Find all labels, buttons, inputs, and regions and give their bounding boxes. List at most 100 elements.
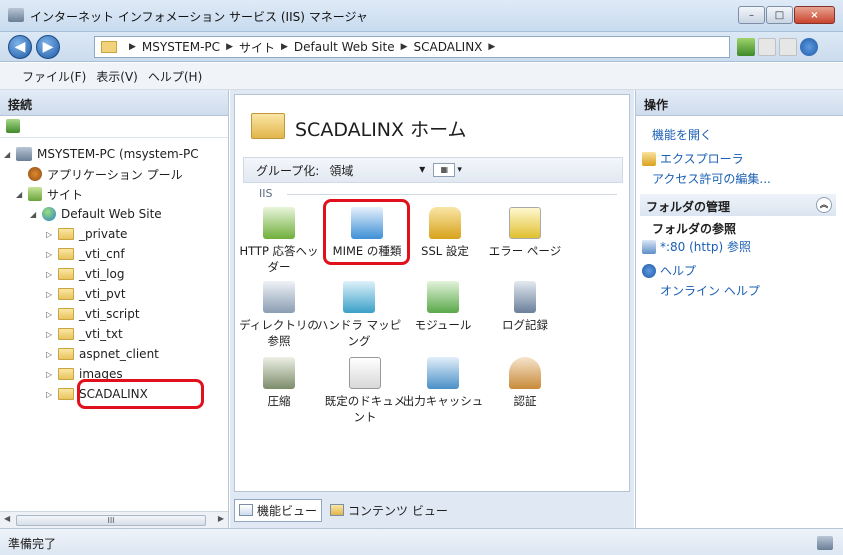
- expand-icon[interactable]: ▷: [46, 250, 56, 259]
- online-help-link[interactable]: オンライン ヘルプ: [660, 282, 760, 299]
- help-link[interactable]: ヘルプ: [660, 262, 696, 279]
- tree-item-label: _vti_txt: [79, 327, 123, 341]
- tree-item-folder[interactable]: ▷ _private: [46, 224, 127, 244]
- tree-item-folder[interactable]: ▷ _vti_txt: [46, 324, 123, 344]
- connections-panel: 接続 ◢ MSYSTEM-PC (msystem-PC アプリケーション プール…: [0, 90, 229, 528]
- browse-80-link[interactable]: *:80 (http) 参照: [660, 238, 751, 255]
- tree-item-label: _private: [79, 227, 128, 241]
- tab-content-view[interactable]: コンテンツ ビュー: [326, 500, 452, 521]
- tree-item-sites[interactable]: ◢ サイト: [16, 184, 83, 204]
- mime-types-icon: [351, 207, 383, 239]
- breadcrumb-sites[interactable]: サイト: [239, 39, 275, 56]
- feature-label: ログ記録: [502, 318, 548, 332]
- tree-item-server[interactable]: ◢ MSYSTEM-PC (msystem-PC: [4, 144, 199, 164]
- scroll-left-icon[interactable]: ◀: [4, 514, 10, 523]
- feature-output-caching[interactable]: 出力キャッシュ: [399, 357, 487, 409]
- expand-icon[interactable]: ▷: [46, 350, 56, 359]
- stop-icon[interactable]: [758, 38, 776, 56]
- actions-panel: 操作 機能を開く エクスプローラ アクセス許可の編集... フォルダの管理 ︽ …: [635, 90, 843, 528]
- tab-features-view[interactable]: 機能ビュー: [234, 498, 323, 522]
- view-mode-icon[interactable]: ▦: [433, 163, 456, 177]
- breadcrumb-scadalinx[interactable]: SCADALINX: [414, 40, 483, 54]
- status-bar: 準備完了: [0, 528, 843, 555]
- scroll-thumb[interactable]: III: [16, 515, 206, 526]
- forward-button[interactable]: ▶: [36, 35, 60, 59]
- feature-handler-mappings[interactable]: ハンドラ マッピング: [315, 281, 403, 349]
- edit-permissions-link[interactable]: アクセス許可の編集...: [652, 170, 771, 187]
- expand-icon[interactable]: ◢: [30, 210, 40, 219]
- tree-item-folder[interactable]: ▷ aspnet_client: [46, 344, 159, 364]
- title-bar: インターネット インフォメーション サービス (IIS) マネージャ – □ ×: [0, 0, 843, 32]
- minimize-button[interactable]: –: [738, 6, 765, 24]
- navigation-bar: ◀ ▶ ▶ MSYSTEM-PC ▶ サイト ▶ Default Web Sit…: [0, 32, 843, 62]
- group-by-select[interactable]: 領域 ▾: [329, 162, 425, 179]
- feature-label: モジュール: [414, 318, 472, 332]
- feature-error-pages[interactable]: エラー ページ: [481, 207, 569, 259]
- tree-item-default-web-site[interactable]: ◢ Default Web Site: [30, 204, 162, 224]
- maximize-button[interactable]: □: [766, 6, 793, 24]
- feature-directory-browsing[interactable]: ディレクトリの参照: [235, 281, 323, 349]
- feature-authentication[interactable]: 認証: [481, 357, 569, 409]
- close-button[interactable]: ×: [794, 6, 835, 24]
- expand-icon[interactable]: ▷: [46, 330, 56, 339]
- feature-compression[interactable]: 圧縮: [235, 357, 323, 409]
- feature-ssl-settings[interactable]: SSL 設定: [401, 207, 489, 259]
- tree-item-folder[interactable]: ▷ _vti_log: [46, 264, 124, 284]
- tree-item-label: _vti_log: [79, 267, 125, 281]
- explorer-link[interactable]: エクスプローラ: [660, 150, 744, 167]
- expand-icon[interactable]: ▷: [46, 270, 56, 279]
- chevron-right-icon: ▶: [488, 42, 496, 52]
- collapse-icon[interactable]: ︽: [816, 197, 832, 213]
- expand-icon[interactable]: ▷: [46, 230, 56, 239]
- horizontal-scrollbar[interactable]: ◀ III ▶: [0, 511, 228, 528]
- breadcrumb-server[interactable]: MSYSTEM-PC: [142, 40, 220, 54]
- feature-label: エラー ページ: [488, 244, 562, 258]
- sites-icon: [28, 187, 42, 201]
- new-connection-icon[interactable]: [6, 119, 20, 133]
- features-view-icon: [239, 504, 253, 516]
- chevron-down-icon[interactable]: ▾: [457, 165, 462, 175]
- folder-icon: [58, 368, 74, 380]
- chevron-right-icon: ▶: [226, 42, 233, 52]
- menu-file[interactable]: ファイル(F): [22, 68, 86, 85]
- expand-icon[interactable]: ▷: [46, 370, 56, 379]
- expand-icon[interactable]: ▷: [46, 290, 56, 299]
- connect-icon[interactable]: [737, 38, 755, 56]
- expand-icon[interactable]: ▷: [46, 310, 56, 319]
- compression-icon: [263, 357, 295, 389]
- feature-http-headers[interactable]: HTTP 応答ヘッダー: [235, 207, 323, 275]
- feature-mime-types[interactable]: MIME の種類: [323, 207, 411, 259]
- tree-item-label: _vti_script: [79, 307, 140, 321]
- scroll-right-icon[interactable]: ▶: [218, 514, 224, 523]
- folder-management-header: フォルダの管理 ︽: [640, 194, 836, 216]
- content-view-icon: [330, 504, 345, 516]
- feature-logging[interactable]: ログ記録: [481, 281, 569, 333]
- expand-icon[interactable]: ▷: [46, 390, 56, 399]
- expand-icon[interactable]: ◢: [16, 190, 26, 199]
- address-toolbar: [737, 38, 821, 56]
- expand-icon[interactable]: ◢: [4, 150, 14, 159]
- window-title: インターネット インフォメーション サービス (IIS) マネージャ: [30, 10, 368, 24]
- menu-help[interactable]: ヘルプ(H): [148, 68, 202, 85]
- feature-default-document[interactable]: 既定のドキュメント: [321, 357, 409, 425]
- tree-item-label: images: [79, 367, 123, 381]
- tree-item-app-pools[interactable]: アプリケーション プール: [28, 164, 183, 184]
- feature-modules[interactable]: モジュール: [399, 281, 487, 333]
- folder-icon: [58, 348, 74, 360]
- tree-item-label: Default Web Site: [61, 207, 162, 221]
- address-bar[interactable]: ▶ MSYSTEM-PC ▶ サイト ▶ Default Web Site ▶ …: [94, 36, 730, 58]
- output-cache-icon: [427, 357, 459, 389]
- open-feature-link[interactable]: 機能を開く: [652, 126, 712, 143]
- chevron-right-icon: ▶: [281, 42, 288, 52]
- default-doc-icon: [349, 357, 381, 389]
- tree-item-folder[interactable]: ▷ _vti_pvt: [46, 284, 126, 304]
- back-button[interactable]: ◀: [8, 35, 32, 59]
- home-icon[interactable]: [779, 38, 797, 56]
- tree-item-folder[interactable]: ▷ images: [46, 364, 123, 384]
- menu-view[interactable]: 表示(V): [96, 68, 138, 85]
- breadcrumb-default-web-site[interactable]: Default Web Site: [294, 40, 395, 54]
- help-icon[interactable]: [800, 38, 818, 56]
- tree-item-scadalinx[interactable]: ▷ SCADALINX: [46, 384, 148, 404]
- tree-item-folder[interactable]: ▷ _vti_cnf: [46, 244, 125, 264]
- tree-item-folder[interactable]: ▷ _vti_script: [46, 304, 140, 324]
